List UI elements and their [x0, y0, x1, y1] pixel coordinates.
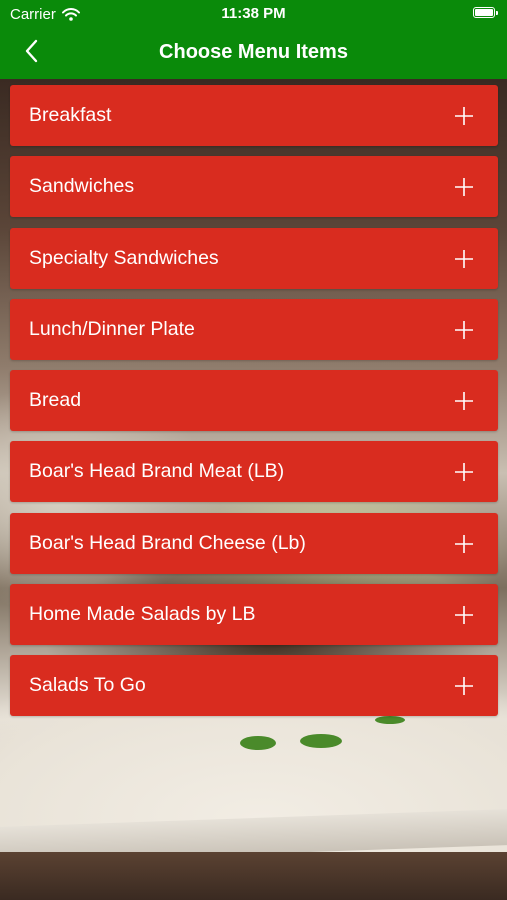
menu-category-list: Breakfast Sandwiches Specialty Sandwiche… — [10, 85, 498, 727]
background-table — [0, 852, 507, 900]
navigation-bar: Choose Menu Items — [0, 28, 507, 79]
plus-icon[interactable] — [454, 462, 474, 482]
background-garnish — [240, 736, 276, 750]
menu-item-label: Salads To Go — [29, 674, 146, 697]
menu-item-breakfast[interactable]: Breakfast — [10, 85, 498, 146]
menu-item-boars-head-meat[interactable]: Boar's Head Brand Meat (LB) — [10, 441, 498, 503]
menu-item-sandwiches[interactable]: Sandwiches — [10, 156, 498, 218]
battery-icon — [473, 7, 498, 18]
status-bar: Carrier 11:38 PM — [0, 0, 507, 28]
plus-icon[interactable] — [454, 320, 474, 340]
page-title: Choose Menu Items — [159, 41, 348, 63]
plus-icon[interactable] — [454, 249, 474, 269]
plus-icon[interactable] — [454, 676, 474, 696]
menu-item-specialty-sandwiches[interactable]: Specialty Sandwiches — [10, 227, 498, 289]
plus-icon[interactable] — [454, 177, 474, 197]
menu-item-boars-head-cheese[interactable]: Boar's Head Brand Cheese (Lb) — [10, 512, 498, 574]
status-time: 11:38 PM — [221, 5, 286, 22]
menu-item-label: Breakfast — [29, 104, 112, 126]
menu-item-label: Bread — [29, 389, 82, 412]
background-garnish — [300, 734, 342, 748]
menu-item-label: Sandwiches — [29, 175, 135, 198]
menu-item-label: Home Made Salads by LB — [29, 603, 256, 626]
menu-item-bread[interactable]: Bread — [10, 370, 498, 432]
menu-item-label: Boar's Head Brand Cheese (Lb) — [29, 531, 306, 554]
menu-item-salads-to-go[interactable]: Salads To Go — [10, 655, 498, 717]
menu-item-home-made-salads[interactable]: Home Made Salads by LB — [10, 584, 498, 646]
plus-icon[interactable] — [454, 391, 474, 411]
plus-icon[interactable] — [454, 106, 474, 126]
menu-item-label: Boar's Head Brand Meat (LB) — [29, 460, 285, 483]
menu-item-lunch-dinner-plate[interactable]: Lunch/Dinner Plate — [10, 298, 498, 360]
plus-icon[interactable] — [454, 534, 474, 554]
menu-item-label: Specialty Sandwiches — [29, 246, 219, 269]
menu-item-label: Lunch/Dinner Plate — [29, 317, 195, 340]
plus-icon[interactable] — [454, 605, 474, 625]
